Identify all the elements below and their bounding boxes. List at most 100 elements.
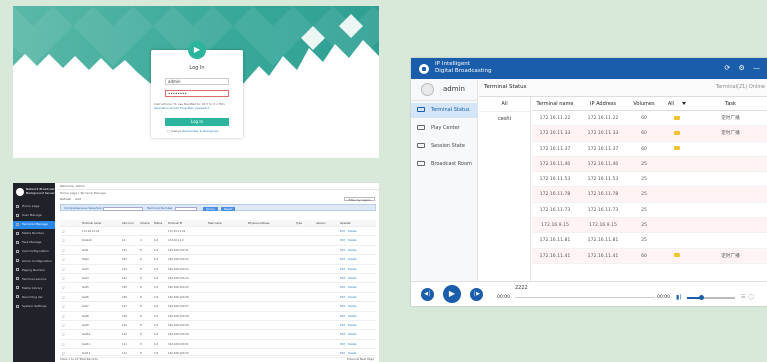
table-row[interactable]: □ Test2 102 8 1/2 192.168.100.22 Edit Delete (60, 255, 376, 265)
row-checkbox[interactable]: □ (60, 227, 80, 235)
group-item[interactable]: All (479, 97, 530, 112)
edit-link[interactable]: Edit (340, 268, 345, 271)
row-checkbox[interactable]: □ (60, 340, 80, 348)
table-row[interactable]: □ test11 111 8 1/2 192.168.100.31 Edit Delete (60, 340, 376, 350)
row-checkbox[interactable]: □ (60, 330, 80, 338)
edit-link[interactable]: Edit (340, 230, 345, 233)
filter-group-input[interactable] (103, 206, 143, 211)
admin-menu-item[interactable]: System Settings (13, 303, 55, 311)
table-row[interactable]: □ Default 10 4 1/2 172.16.11.2 Edit Delete (60, 236, 376, 246)
row-checkbox[interactable]: □ (60, 283, 80, 291)
delete-link[interactable]: Delete (348, 258, 357, 261)
row-checkbox[interactable]: □ (60, 265, 80, 273)
operation-guide-link[interactable]: Operation Guide (154, 106, 179, 110)
next-track-button[interactable]: │▶ (470, 288, 483, 301)
nav-item[interactable]: Broadcast Room (411, 157, 478, 172)
avatar[interactable] (421, 83, 434, 96)
row-checkbox[interactable]: □ (60, 246, 80, 254)
status-filter-dropdown[interactable]: All (660, 97, 694, 110)
table-row[interactable]: 172.16.9.15 172.16.9.15 25 (532, 218, 767, 234)
table-row[interactable]: 172.16.11.53 172.16.11.53 25 (532, 172, 767, 188)
admin-menu-item[interactable]: Paging Number (13, 267, 55, 275)
admin-menu-item[interactable]: Media Library (13, 285, 55, 293)
filter-region-button[interactable]: Filter by region (344, 197, 375, 202)
edit-link[interactable]: Edit (340, 333, 345, 336)
playlist-controls[interactable]: ☰◯ (741, 294, 757, 300)
admin-menu-item[interactable]: Home page (13, 203, 55, 211)
group-item[interactable]: ceshi (479, 112, 530, 127)
previous-track-button[interactable]: ◀│ (421, 288, 434, 301)
forgot-password-link[interactable]: Forgotten password (180, 106, 210, 110)
table-row[interactable]: □ test8 108 8 1/2 192.168.100.28 Edit Delete (60, 312, 376, 321)
refresh-button[interactable]: Refresh (60, 197, 71, 201)
admin-menu-item[interactable]: Recording list (13, 294, 55, 302)
table-row[interactable]: □ test10 110 8 1/2 192.168.100.30 Edit Delete (60, 330, 376, 340)
table-row[interactable]: □ test4 104 8 1/2 192.168.100.24 Edit Delete (60, 274, 376, 284)
pagination[interactable]: Previous Next Page (347, 356, 374, 362)
edit-link[interactable]: Edit (340, 249, 345, 252)
delete-link[interactable]: Delete (348, 277, 357, 280)
edit-link[interactable]: Edit (340, 315, 345, 318)
table-row[interactable]: □ test6 106 8 1/2 192.168.100.26 Edit Delete (60, 293, 376, 303)
table-row[interactable]: □ test9 109 8 1/2 192.168.100.29 Edit Delete (60, 321, 376, 331)
username-field[interactable]: admin (165, 78, 229, 85)
row-checkbox[interactable]: □ (60, 255, 80, 263)
delete-link[interactable]: Delete (348, 324, 357, 327)
progress-slider[interactable] (515, 297, 655, 298)
admin-menu-item[interactable]: User Manage (13, 212, 55, 220)
table-row[interactable]: □ test7 107 8 1/2 192.168.100.27 Edit Delete (60, 302, 376, 312)
row-checkbox[interactable]: □ (60, 302, 80, 310)
admin-menu-item[interactable]: Alarm Configuration (13, 258, 55, 266)
table-row[interactable]: □ test3 103 8 1/2 192.168.100.23 Edit Delete (60, 265, 376, 274)
table-row[interactable]: 172.16.11.81 172.16.11.81 25 (532, 233, 767, 249)
edit-link[interactable]: Edit (340, 286, 345, 289)
table-row[interactable]: □ test5 105 8 1/2 192.168.100.25 Edit Delete (60, 283, 376, 293)
delete-link[interactable]: Delete (348, 239, 357, 242)
play-button[interactable]: ▶ (443, 285, 461, 303)
delete-link[interactable]: Delete (348, 296, 357, 299)
nav-item[interactable]: Session State (411, 139, 478, 154)
window-controls[interactable]: ⟳ ⚙ — (724, 64, 763, 73)
remember-checkbox[interactable]: □ (167, 129, 170, 133)
edit-link[interactable]: Edit (340, 277, 345, 280)
admin-menu-item[interactable]: Media Number (13, 230, 55, 238)
edit-link[interactable]: Edit (340, 305, 345, 308)
row-checkbox[interactable]: □ (60, 236, 80, 244)
admin-menu-item[interactable]: Terminal Manage (13, 221, 55, 229)
table-row[interactable]: 172.16.11.33 172.16.11.33 60 定时广播 (532, 126, 767, 142)
delete-link[interactable]: Delete (348, 249, 357, 252)
volume-knob[interactable] (698, 295, 704, 300)
admin-menu-item[interactable]: Task Manage (13, 239, 55, 247)
table-row[interactable]: 172.16.11.73 172.16.11.73 25 (532, 203, 767, 219)
table-row[interactable]: 172.16.11.78 172.16.11.78 25 (532, 187, 767, 203)
volume-slider[interactable] (687, 297, 735, 299)
delete-link[interactable]: Delete (348, 286, 357, 289)
delete-link[interactable]: Delete (348, 343, 357, 346)
row-checkbox[interactable]: □ (60, 293, 80, 301)
table-row[interactable]: 172.16.11.41 172.16.11.41 60 定时广播 (532, 248, 767, 264)
row-checkbox[interactable]: □ (60, 321, 80, 329)
delete-link[interactable]: Delete (348, 268, 357, 271)
reset-button[interactable]: Reset (221, 206, 236, 211)
edit-link[interactable]: Edit (340, 239, 345, 242)
volume-icon[interactable]: ▮) (676, 294, 682, 301)
password-field[interactable]: •••••••• (165, 90, 229, 97)
delete-link[interactable]: Delete (348, 315, 357, 318)
login-button[interactable]: Log In (165, 118, 229, 126)
table-row[interactable]: □ test1 101 8 1/2 192.168.100.21 Edit Delete (60, 246, 376, 256)
admin-menu-item[interactable]: Call Configuration (13, 248, 55, 256)
delete-link[interactable]: Delete (348, 305, 357, 308)
remember-link[interactable]: Remember & Recognize (182, 129, 218, 133)
edit-link[interactable]: Edit (340, 324, 345, 327)
table-row[interactable]: 172.16.11.22 172.16.11.22 60 定时广播 (532, 111, 767, 127)
filter-name-select[interactable] (175, 206, 197, 211)
admin-menu-item[interactable]: Terminal service (13, 276, 55, 284)
nav-item[interactable]: Play Center (411, 121, 478, 136)
table-row[interactable]: □ 172.16.11.22 172.16.11.22 Edit Delete (60, 227, 376, 237)
table-row[interactable]: 172.16.11.40 172.16.11.40 25 (532, 156, 767, 173)
query-button[interactable]: Query (203, 206, 219, 211)
delete-link[interactable]: Delete (348, 333, 357, 336)
add-button[interactable]: Add (75, 197, 81, 201)
edit-link[interactable]: Edit (340, 343, 345, 346)
row-checkbox[interactable]: □ (60, 274, 80, 282)
